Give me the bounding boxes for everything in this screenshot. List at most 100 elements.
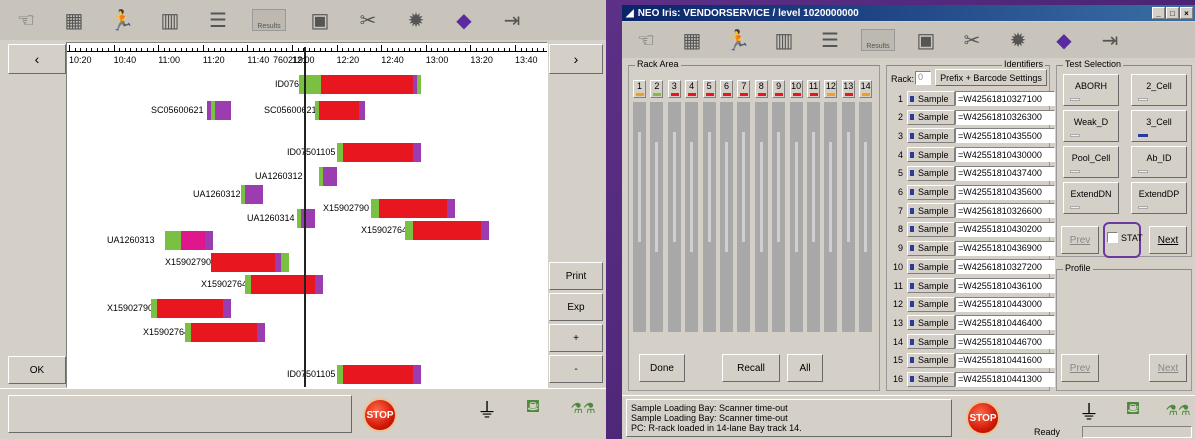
sample-barcode-field[interactable]: =W42551810443000	[955, 296, 1055, 312]
calendar-icon[interactable]: ▣	[300, 3, 340, 37]
rack-column-button[interactable]: 1	[633, 80, 646, 98]
sample-type-button[interactable]: Sample	[907, 296, 955, 312]
rack-lane[interactable]	[841, 102, 855, 332]
maximize-icon[interactable]: □	[1166, 7, 1179, 19]
rack-lane[interactable]	[633, 102, 646, 332]
zoom-out-button[interactable]: -	[549, 355, 603, 383]
test-button-3-cell[interactable]: 3_Cell	[1131, 110, 1187, 142]
reagents-icon[interactable]: ⚗⚗	[1162, 397, 1194, 423]
rack-column-button[interactable]: 4	[685, 80, 699, 98]
sample-barcode-field[interactable]: =W42551810441600	[955, 352, 1055, 368]
sample-barcode-field[interactable]: =W42561810327200	[955, 259, 1055, 275]
gear-icon[interactable]: ✹	[396, 3, 436, 37]
gantt-bar[interactable]	[371, 199, 455, 218]
export-button[interactable]: Exp	[549, 293, 603, 321]
gear-icon[interactable]: ✹	[998, 23, 1038, 57]
close-icon[interactable]: ×	[1180, 7, 1193, 19]
sample-barcode-field[interactable]: =W42551810435500	[955, 128, 1055, 144]
prefix-barcode-settings-button[interactable]: Prefix + Barcode Settings	[935, 69, 1047, 86]
gantt-bar[interactable]	[165, 231, 213, 250]
rack-column-button[interactable]: 7	[737, 80, 751, 98]
running-man-icon[interactable]: 🏃	[718, 23, 758, 57]
test-prev-button[interactable]: Prev	[1061, 226, 1099, 254]
sample-type-button[interactable]: Sample	[907, 203, 955, 219]
timeline-prev-button[interactable]: ‹	[8, 44, 66, 74]
stop-icon[interactable]: STOP	[363, 398, 397, 432]
sample-barcode-field[interactable]: =W42551810435600	[955, 184, 1055, 200]
sample-type-button[interactable]: Sample	[907, 91, 955, 106]
sample-barcode-field[interactable]: =W42551810437400	[955, 165, 1055, 181]
sample-type-button[interactable]: Sample	[907, 165, 955, 181]
zoom-in-button[interactable]: +	[549, 324, 603, 352]
timeline-canvas[interactable]: 10:2010:4011:0011:2011:4012:0012:2012:40…	[66, 42, 548, 388]
results-icon[interactable]: Results	[856, 23, 900, 57]
rack-lane[interactable]	[789, 102, 803, 332]
recall-button[interactable]: Recall	[722, 354, 780, 382]
sample-type-button[interactable]: Sample	[907, 147, 955, 163]
reagents-icon[interactable]: ⚗⚗	[566, 394, 600, 422]
profile-prev-button[interactable]: Prev	[1061, 354, 1099, 382]
rack-lane[interactable]	[720, 102, 733, 332]
sample-barcode-field[interactable]: =W42551810436100	[955, 278, 1055, 293]
sample-barcode-field[interactable]: =W42561810326300	[955, 109, 1055, 125]
stat-checkbox[interactable]	[1107, 232, 1118, 243]
container-icon[interactable]: ⛾	[1118, 397, 1148, 423]
rack-lane[interactable]	[754, 102, 768, 332]
rack-lane[interactable]	[807, 102, 820, 332]
test-button-aborh[interactable]: ABORH	[1063, 74, 1119, 106]
gantt-bar[interactable]	[299, 75, 421, 94]
sample-type-button[interactable]: Sample	[907, 371, 955, 387]
tools-icon[interactable]: ✂	[952, 23, 992, 57]
rack-lane[interactable]	[859, 102, 873, 332]
sample-type-button[interactable]: Sample	[907, 259, 955, 275]
sample-barcode-field[interactable]: =W42551810430200	[955, 221, 1055, 237]
gantt-bar[interactable]	[211, 253, 289, 272]
gantt-bar[interactable]	[405, 221, 489, 240]
all-button[interactable]: All	[787, 354, 823, 382]
print-button[interactable]: Print	[549, 262, 603, 290]
rack-number-field[interactable]: 0	[915, 71, 931, 85]
stop-icon[interactable]: STOP	[966, 401, 1000, 435]
sample-barcode-field[interactable]: =W42561810326600	[955, 203, 1055, 219]
sample-type-button[interactable]: Sample	[907, 184, 955, 200]
rack-lane[interactable]	[737, 102, 751, 332]
pipette-hand-icon[interactable]: ☜	[626, 23, 666, 57]
pipette-hand-icon[interactable]: ☜	[6, 3, 46, 37]
minimize-icon[interactable]: _	[1152, 7, 1165, 19]
rack-column-button[interactable]: 9	[772, 80, 786, 98]
test-next-button[interactable]: Next	[1149, 226, 1187, 254]
sample-barcode-field[interactable]: =W42551810446400	[955, 315, 1055, 331]
tray-icon[interactable]: ▦	[54, 3, 94, 37]
sample-type-button[interactable]: Sample	[907, 128, 955, 144]
test-button-pool-cell[interactable]: Pool_Cell	[1063, 146, 1119, 178]
rack-column-button[interactable]: 5	[702, 80, 716, 98]
plug-icon[interactable]: ⏚	[1074, 397, 1104, 424]
document-icon[interactable]: ☰	[198, 3, 238, 37]
test-button-extenddn[interactable]: ExtendDN	[1063, 182, 1119, 214]
test-button-weak-d[interactable]: Weak_D	[1063, 110, 1119, 142]
sample-barcode-field[interactable]: =W42561810327100	[955, 91, 1055, 106]
rack-column-button[interactable]: 13	[841, 80, 855, 98]
rack-lane[interactable]	[824, 102, 838, 332]
rack-lane[interactable]	[685, 102, 699, 332]
racks-icon[interactable]: ▥	[150, 3, 190, 37]
sample-barcode-field[interactable]: =W42551810430000	[955, 147, 1055, 163]
gantt-bar[interactable]	[241, 185, 263, 204]
done-button[interactable]: Done	[639, 354, 685, 382]
rack-column-button[interactable]: 6	[720, 80, 733, 98]
rack-column-button[interactable]: 12	[824, 80, 838, 98]
rack-column-button[interactable]: 8	[754, 80, 768, 98]
sample-type-button[interactable]: Sample	[907, 278, 955, 293]
racks-icon[interactable]: ▥	[764, 23, 804, 57]
sample-barcode-field[interactable]: =W42551810441300	[955, 371, 1055, 387]
timeline-next-button[interactable]: ›	[549, 44, 603, 74]
sample-type-button[interactable]: Sample	[907, 315, 955, 331]
test-button-extenddp[interactable]: ExtendDP	[1131, 182, 1187, 214]
exit-icon[interactable]: ⇥	[1090, 23, 1130, 57]
exit-icon[interactable]: ⇥	[492, 3, 532, 37]
gantt-bar[interactable]	[207, 101, 231, 120]
sample-type-button[interactable]: Sample	[907, 240, 955, 256]
rack-column-button[interactable]: 11	[807, 80, 820, 98]
rack-column-button[interactable]: 10	[789, 80, 803, 98]
book-icon[interactable]: ◆	[1044, 23, 1084, 57]
